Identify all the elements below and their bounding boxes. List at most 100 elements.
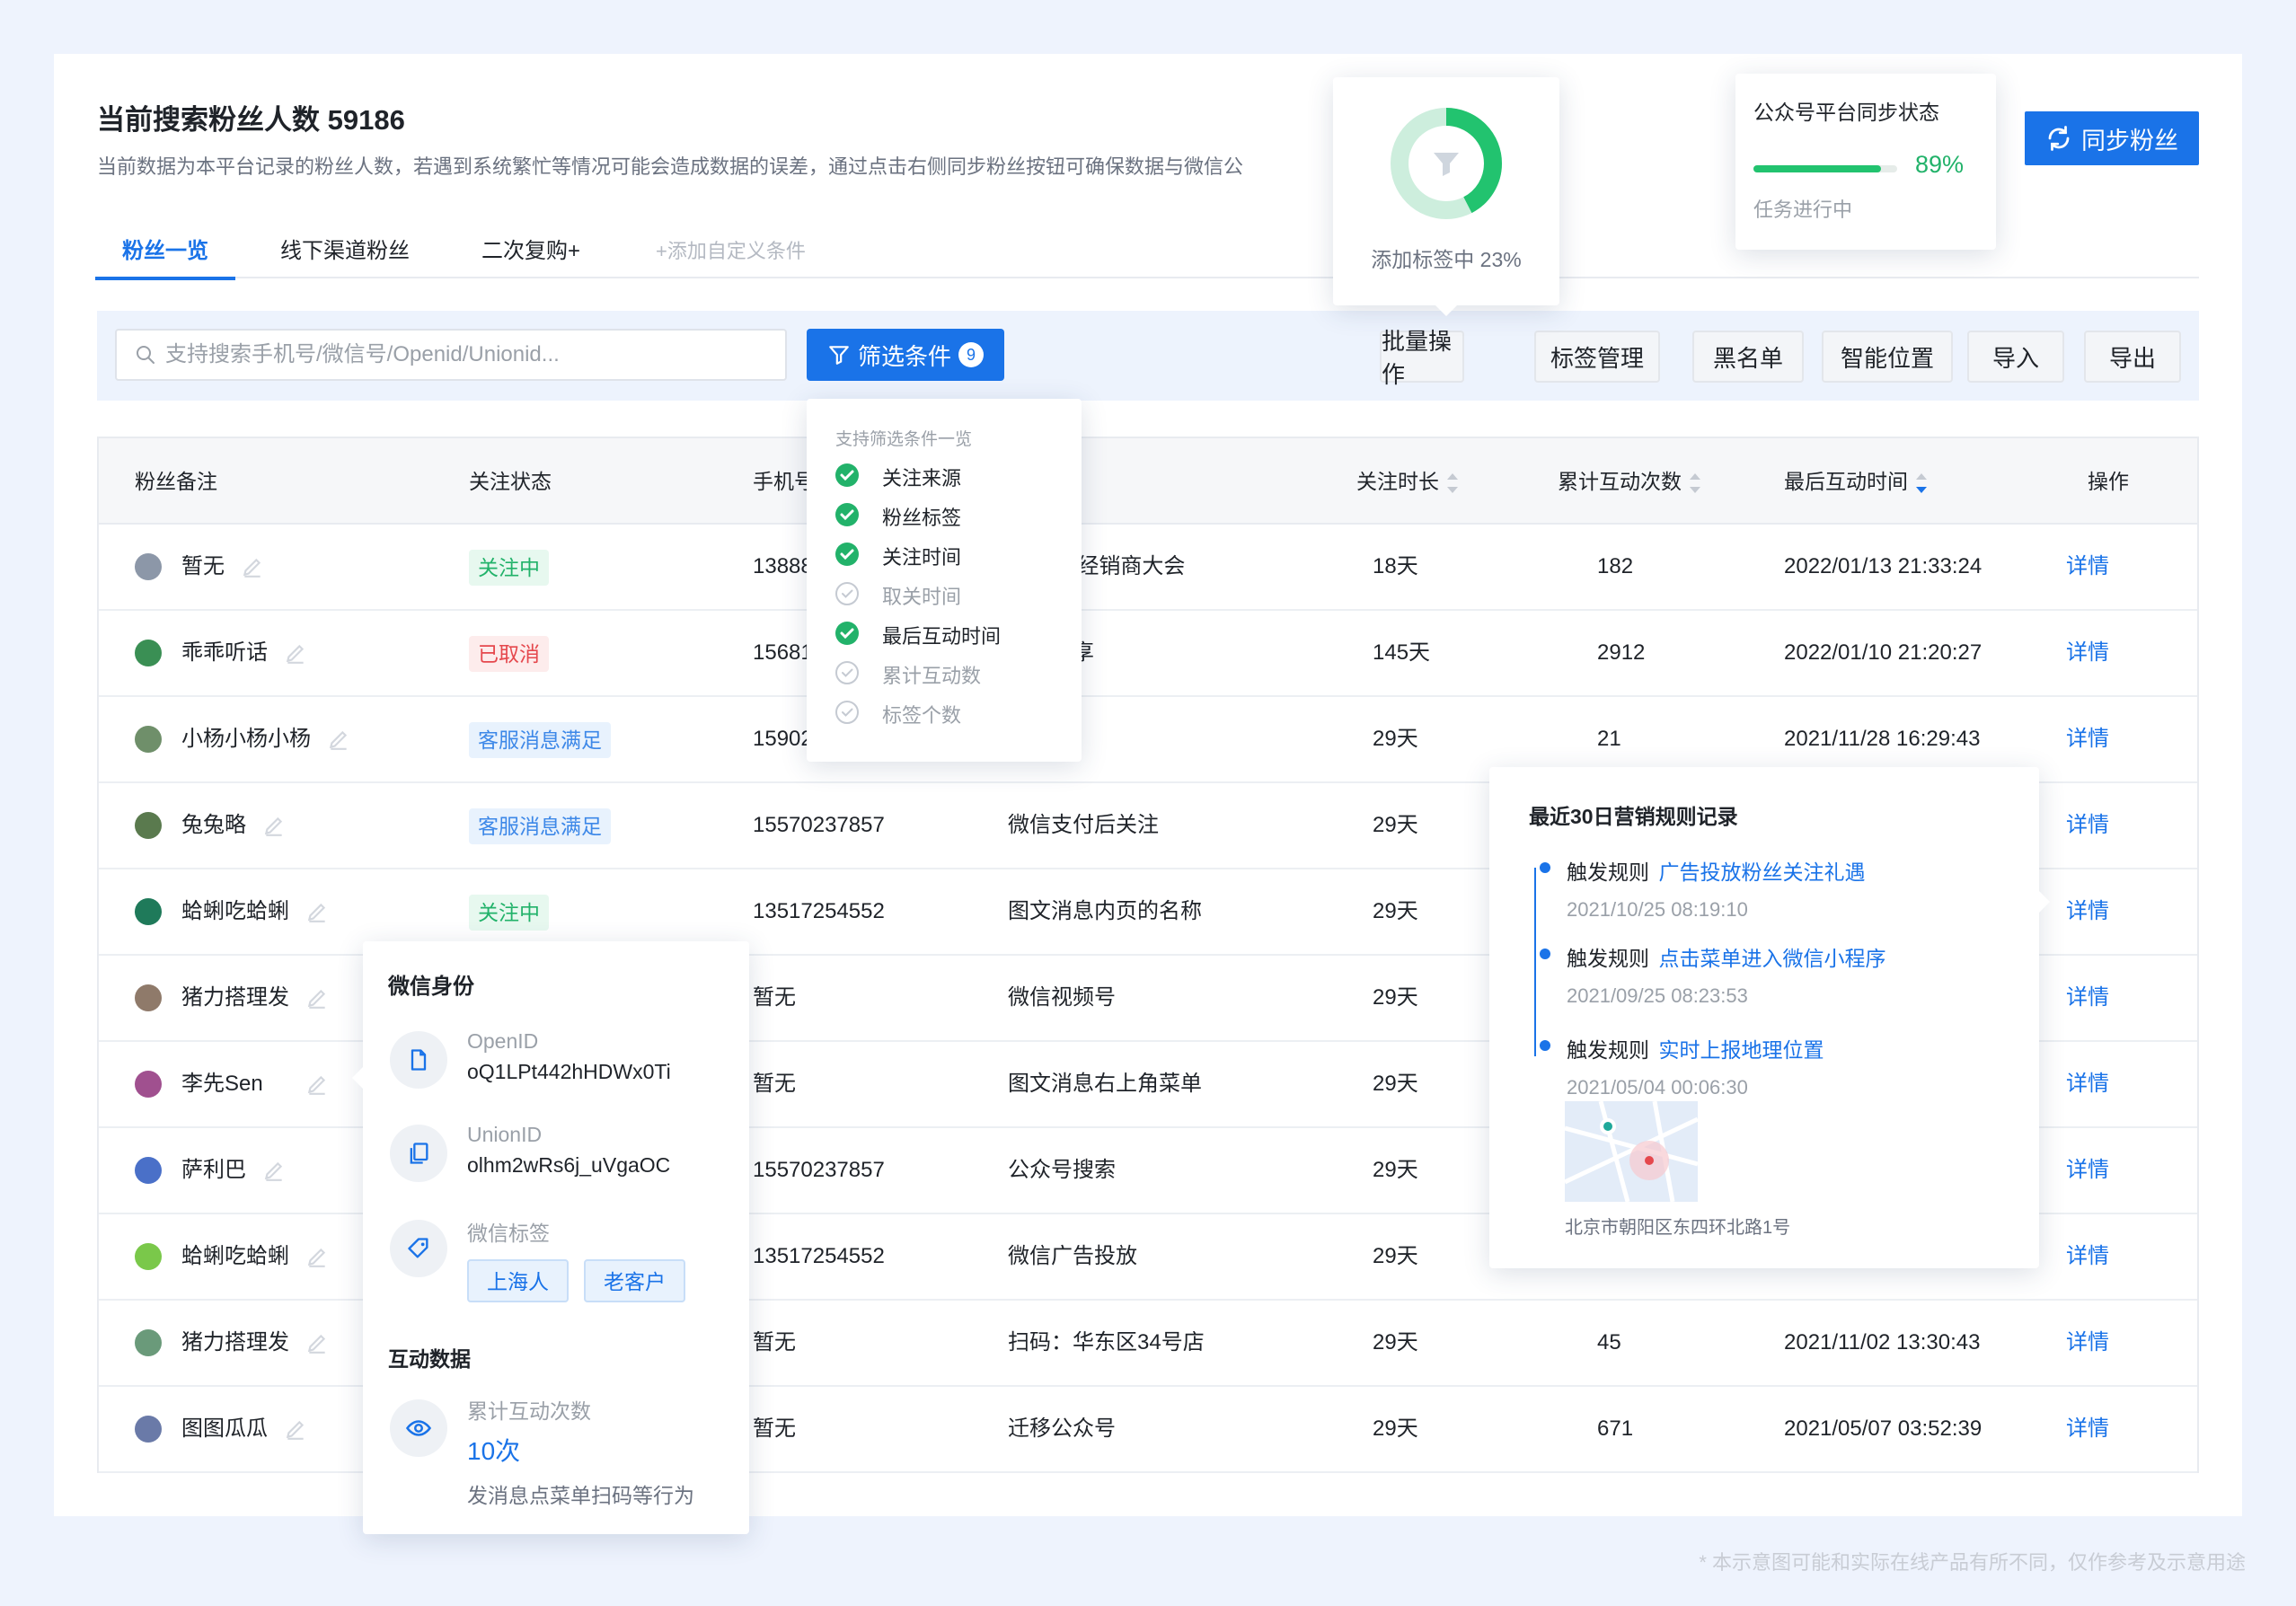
tag-list: 上海人 老客户: [467, 1259, 737, 1304]
sync-percent: 89%: [1915, 151, 1965, 178]
detail-link[interactable]: 详情: [2066, 1387, 2109, 1471]
follow-source: 微信视频号: [1008, 985, 1116, 1010]
detail-link[interactable]: 详情: [2066, 1128, 2109, 1213]
tab-add-condition[interactable]: +添加自定义条件: [656, 232, 806, 278]
blacklist-button[interactable]: 黑名单: [1692, 331, 1804, 383]
phone-number: 暂无: [753, 1072, 796, 1096]
tag-chip[interactable]: 上海人: [467, 1259, 569, 1302]
sync-status-popup: 公众号平台同步状态 89% 任务进行中: [1735, 74, 1996, 250]
map-thumbnail[interactable]: [1565, 1101, 1698, 1202]
rule-link[interactable]: 点击菜单进入微信小程序: [1658, 947, 1885, 970]
status-badge: 关注中: [469, 895, 549, 931]
detail-link[interactable]: 详情: [2066, 1301, 2109, 1385]
follow-source: 迁移公众号: [1008, 1416, 1116, 1441]
tag-management-button[interactable]: 标签管理: [1534, 331, 1660, 383]
timeline-item: 触发规则 点击菜单进入微信小程序 2021/09/25 08:23:53: [1540, 941, 1885, 1008]
edit-icon[interactable]: [305, 1072, 329, 1096]
edit-icon[interactable]: [305, 1331, 329, 1355]
tab-offline-fans[interactable]: 线下渠道粉丝: [280, 232, 410, 278]
fan-remark: 小杨小杨小杨: [181, 727, 311, 751]
sync-progress-fill: [1753, 165, 1882, 172]
timeline-dot: [1540, 949, 1550, 959]
detail-link[interactable]: 详情: [2066, 956, 2109, 1040]
detail-link[interactable]: 详情: [2066, 525, 2109, 609]
col-duration[interactable]: 关注时长: [1356, 438, 1459, 525]
edit-icon[interactable]: [305, 900, 329, 923]
search-icon: [137, 346, 155, 364]
col-action: 操作: [2088, 470, 2129, 493]
fan-remark: 猪力搭理发: [181, 1330, 289, 1355]
detail-link[interactable]: 详情: [2066, 1042, 2109, 1126]
search-input[interactable]: [165, 342, 785, 367]
import-button[interactable]: 导入: [1967, 331, 2064, 383]
detail-link[interactable]: 详情: [2066, 611, 2109, 695]
check-circle-icon[interactable]: [835, 463, 859, 487]
tab-fans-overview[interactable]: 粉丝一览: [95, 232, 235, 280]
detail-link[interactable]: 详情: [2066, 869, 2109, 954]
filter-count-badge: 9: [958, 342, 984, 367]
follow-duration: 29天: [1373, 1330, 1418, 1355]
follow-duration: 29天: [1373, 727, 1418, 751]
search-box[interactable]: [115, 329, 787, 381]
sort-desc-icon[interactable]: [1915, 472, 1928, 493]
interaction-count: 2912: [1597, 640, 1646, 665]
edit-icon[interactable]: [284, 641, 307, 665]
phone-number: 13517254552: [753, 899, 885, 923]
circle-icon[interactable]: [835, 661, 859, 684]
batch-operation-button[interactable]: 批量操作: [1380, 328, 1464, 388]
tag-progress-label: 添加标签中 23%: [1371, 248, 1522, 271]
detail-link[interactable]: 详情: [2066, 783, 2109, 868]
filter-button[interactable]: 筛选条件 9: [807, 329, 1004, 381]
marketing-rules-popup: 最近30日营销规则记录 触发规则 广告投放粉丝关注礼遇 2021/10/25 0…: [1489, 767, 2050, 1268]
edit-icon[interactable]: [262, 1159, 286, 1182]
col-follow-status: 关注状态: [469, 470, 552, 493]
openid-label: OpenID: [467, 1029, 539, 1053]
export-button[interactable]: 导出: [2084, 331, 2181, 383]
tag-chip[interactable]: 老客户: [584, 1259, 685, 1302]
filter-item-label: 关注来源: [882, 467, 962, 490]
detail-link[interactable]: 详情: [2066, 697, 2109, 781]
col-last-interaction[interactable]: 最后互动时间: [1784, 438, 1928, 525]
popup-arrow: [352, 1067, 363, 1089]
sync-status-title: 公众号平台同步状态: [1753, 101, 1939, 124]
check-circle-icon[interactable]: [835, 503, 859, 526]
rule-link[interactable]: 广告投放粉丝关注礼遇: [1658, 860, 1865, 884]
check-circle-icon[interactable]: [835, 543, 859, 566]
openid-value: oQ1LPt442hHDWx0Ti: [467, 1060, 671, 1083]
smart-location-button[interactable]: 智能位置: [1822, 331, 1953, 383]
last-interaction-time: 2021/05/07 03:52:39: [1784, 1416, 1983, 1441]
follow-source: 扫码：华东区34号店: [1008, 1330, 1205, 1355]
sort-icon[interactable]: [1689, 472, 1701, 493]
follow-source: 图文消息右上角菜单: [1008, 1072, 1202, 1096]
table-row: 暂无 关注中 13888 2021年经销商大会 18天 182 2022/01/13 21:…: [99, 525, 2197, 611]
avatar: [135, 726, 162, 753]
edit-icon[interactable]: [305, 986, 329, 1010]
filter-item-label: 最后互动时间: [882, 625, 1002, 648]
avatar: [135, 984, 162, 1011]
avatar: [135, 553, 162, 580]
sort-icon[interactable]: [1446, 472, 1459, 493]
col-interaction-count[interactable]: 累计互动次数: [1558, 438, 1701, 525]
circle-icon[interactable]: [835, 701, 859, 724]
timeline-item: 触发规则 实时上报地理位置 2021/05/04 00:06:30: [1540, 1033, 1824, 1099]
edit-icon[interactable]: [262, 814, 286, 837]
follow-source: 图文消息内页的名称: [1008, 899, 1202, 923]
check-circle-icon[interactable]: [835, 622, 859, 645]
rule-link[interactable]: 实时上报地理位置: [1658, 1038, 1824, 1062]
filter-popup-title: 支持筛选条件一览: [835, 430, 973, 449]
toolbar: 筛选条件 9 批量操作 标签管理 黑名单 智能位置 导入 导出: [97, 311, 2199, 401]
sync-status-text: 任务进行中: [1753, 199, 1853, 221]
timeline-item: 触发规则 广告投放粉丝关注礼遇 2021/10/25 08:19:10: [1540, 855, 1865, 922]
tab-repurchase[interactable]: 二次复购+: [481, 232, 580, 278]
edit-icon[interactable]: [305, 1245, 329, 1268]
filter-item-label: 标签个数: [882, 704, 962, 727]
sync-fans-label: 同步粉丝: [2081, 127, 2178, 154]
edit-icon[interactable]: [284, 1417, 307, 1441]
detail-link[interactable]: 详情: [2066, 1214, 2109, 1299]
edit-icon[interactable]: [327, 728, 350, 751]
edit-icon[interactable]: [241, 555, 264, 578]
circle-icon[interactable]: [835, 582, 859, 605]
fan-remark: 蛤蜊吃蛤蜊: [181, 899, 289, 923]
sync-fans-button[interactable]: 同步粉丝: [2025, 111, 2199, 165]
follow-duration: 29天: [1373, 1244, 1418, 1268]
